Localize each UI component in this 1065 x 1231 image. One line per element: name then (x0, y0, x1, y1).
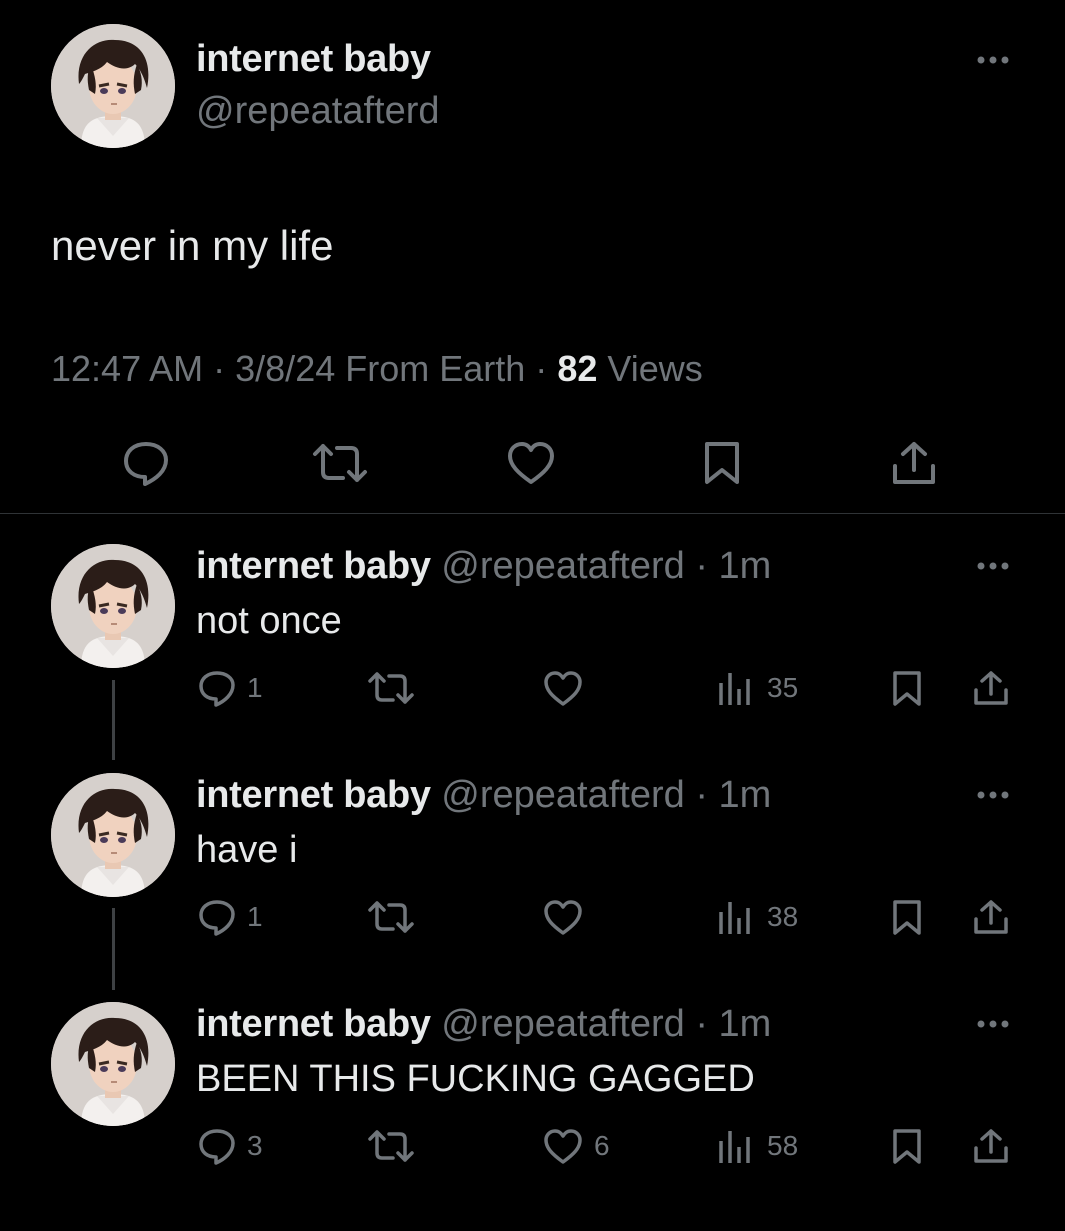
divider (0, 513, 1065, 514)
reply-tweet[interactable]: internet baby @repeatafterd · 1m BEEN TH… (0, 1002, 1065, 1231)
reply-count[interactable]: 3 (247, 1130, 263, 1162)
date-source: 3/8/24 From Earth (235, 348, 526, 389)
views-count[interactable]: 35 (767, 672, 798, 704)
reply-count[interactable]: 1 (247, 901, 263, 933)
handle[interactable]: @repeatafterd (441, 774, 685, 816)
reply-text: not once (196, 600, 342, 642)
retweet-icon[interactable] (367, 669, 415, 707)
views-icon[interactable] (717, 898, 753, 936)
views-icon[interactable] (717, 669, 753, 707)
reply-header: internet baby @repeatafterd · 1m (196, 773, 771, 817)
timestamp[interactable]: 1m (719, 1003, 772, 1045)
display-name[interactable]: internet baby (196, 1003, 431, 1045)
like-icon[interactable] (542, 898, 584, 936)
avatar[interactable] (51, 773, 175, 897)
separator-dot: · (695, 545, 708, 587)
tweet-meta: 12:47 AM · 3/8/24 From Earth · 82 Views (51, 348, 703, 390)
views-icon[interactable] (717, 1127, 753, 1165)
more-options-icon[interactable] (975, 556, 1011, 576)
retweet-icon[interactable] (311, 440, 369, 486)
like-icon[interactable] (542, 1127, 584, 1165)
avatar[interactable] (51, 24, 175, 148)
tweet-text: never in my life (51, 222, 334, 269)
retweet-icon[interactable] (367, 898, 415, 936)
like-icon[interactable] (542, 669, 584, 707)
views-count[interactable]: 58 (767, 1130, 798, 1162)
like-icon[interactable] (506, 440, 556, 486)
separator-dot: · (695, 774, 708, 816)
bookmark-icon[interactable] (701, 440, 743, 486)
reply-header: internet baby @repeatafterd · 1m (196, 1002, 771, 1046)
reply-header: internet baby @repeatafterd · 1m (196, 544, 771, 588)
more-options-icon[interactable] (975, 1014, 1011, 1034)
avatar[interactable] (51, 1002, 175, 1126)
reply-icon[interactable] (197, 898, 237, 936)
bookmark-icon[interactable] (890, 1127, 924, 1165)
separator-dot: · (695, 1003, 708, 1045)
reply-text: have i (196, 829, 298, 871)
like-count[interactable]: 6 (594, 1130, 610, 1162)
bookmark-icon[interactable] (890, 669, 924, 707)
display-name[interactable]: internet baby (196, 774, 431, 816)
separator-dot: · (213, 348, 226, 389)
reply-text: BEEN THIS FUCKING GAGGED (196, 1058, 755, 1100)
bookmark-icon[interactable] (890, 898, 924, 936)
more-options-icon[interactable] (975, 50, 1011, 70)
more-options-icon[interactable] (975, 785, 1011, 805)
timestamp[interactable]: 12:47 AM (51, 348, 203, 389)
share-icon[interactable] (972, 898, 1010, 936)
retweet-icon[interactable] (367, 1127, 415, 1165)
handle[interactable]: @repeatafterd (441, 1003, 685, 1045)
reply-tweet[interactable]: internet baby @repeatafterd · 1m have i … (0, 773, 1065, 1002)
reply-icon[interactable] (197, 669, 237, 707)
display-name[interactable]: internet baby (196, 545, 431, 587)
display-name[interactable]: internet baby (196, 38, 431, 81)
timestamp[interactable]: 1m (719, 774, 772, 816)
share-icon[interactable] (972, 669, 1010, 707)
share-icon[interactable] (890, 440, 938, 486)
reply-icon[interactable] (197, 1127, 237, 1165)
handle[interactable]: @repeatafterd (196, 90, 440, 133)
reply-tweet[interactable]: internet baby @repeatafterd · 1m not onc… (0, 544, 1065, 773)
views-label[interactable]: Views (607, 348, 702, 389)
timestamp[interactable]: 1m (719, 545, 772, 587)
share-icon[interactable] (972, 1127, 1010, 1165)
main-tweet: internet baby @repeatafterd never in my … (0, 0, 1065, 514)
reply-count[interactable]: 1 (247, 672, 263, 704)
avatar[interactable] (51, 544, 175, 668)
views-count[interactable]: 38 (767, 901, 798, 933)
views-count[interactable]: 82 (557, 348, 597, 389)
handle[interactable]: @repeatafterd (441, 545, 685, 587)
separator-dot: · (535, 348, 548, 389)
reply-icon[interactable] (121, 440, 171, 486)
